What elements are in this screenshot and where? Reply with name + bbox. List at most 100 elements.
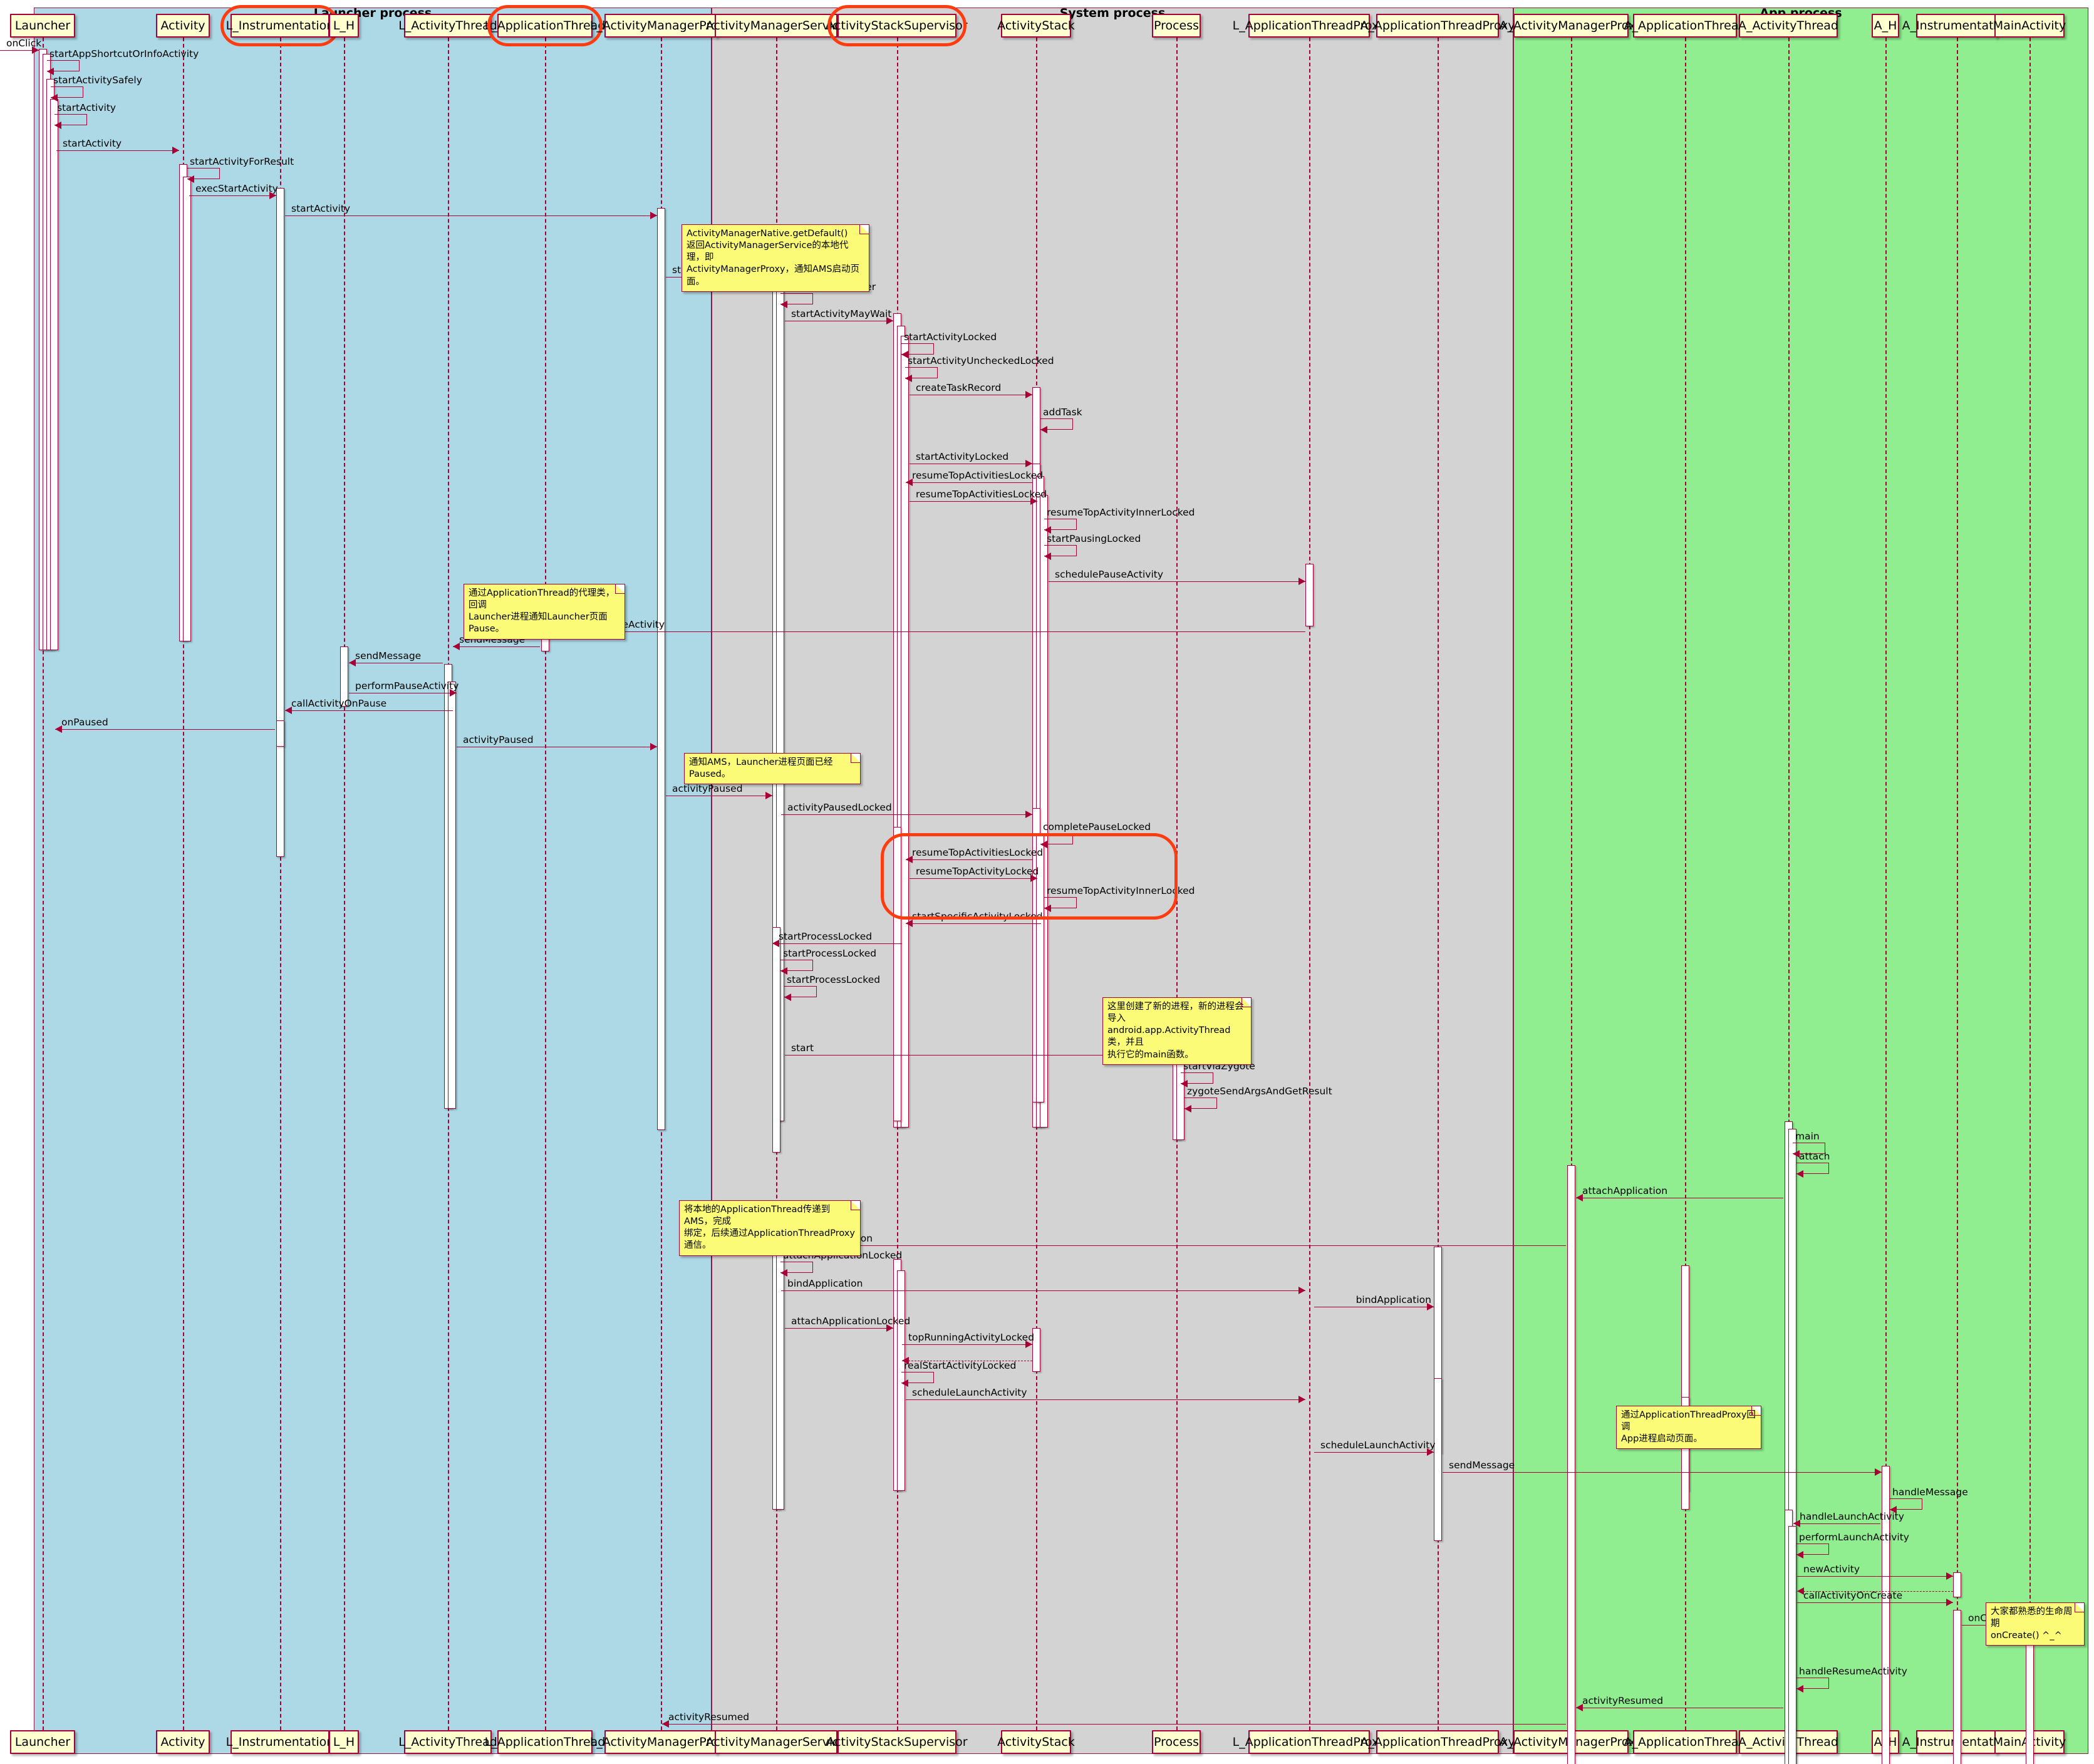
participant-top-ActivityManagerService[interactable]: ActivityManagerService xyxy=(706,14,846,38)
participant-bottom-ActivityStack[interactable]: ActivityStack xyxy=(997,1730,1075,1754)
message-arrow xyxy=(189,195,276,196)
activation-bar xyxy=(1305,564,1314,626)
message-arrow xyxy=(781,814,1032,815)
message-label: startActivityMayWait xyxy=(791,308,892,319)
participant-bottom-L_H[interactable]: L_H xyxy=(329,1730,359,1754)
participant-bottom-A_ApplicationThread[interactable]: A_ApplicationThread xyxy=(1624,1730,1746,1754)
participant-top-A_ActivityThread[interactable]: A_ActivityThread xyxy=(1738,14,1838,38)
note-fold-corner xyxy=(2075,1603,2084,1612)
activation-bar xyxy=(1567,1165,1575,1764)
note-fold-corner xyxy=(615,584,625,594)
participant-top-ActivityStack[interactable]: ActivityStack xyxy=(997,14,1075,38)
participant-top-L_ApplicationThreadProxy[interactable]: L_ApplicationThreadProxy xyxy=(1233,14,1386,38)
note-fold-corner xyxy=(851,754,860,763)
arrow-head xyxy=(784,994,791,1001)
participant-top-Launcher[interactable]: Launcher xyxy=(10,14,75,38)
message-arrow xyxy=(56,150,179,151)
message-label: startActivity xyxy=(57,102,117,113)
activation-bar xyxy=(276,720,284,747)
lifeline-Process xyxy=(1176,38,1178,1730)
message-label: resumeTopActivitiesLocked xyxy=(912,847,1044,858)
message-label: sendMessage xyxy=(355,650,422,662)
participant-top-A_Instrumentation[interactable]: A_Instrumentation xyxy=(1902,14,2012,38)
message-label: activityPausedLocked xyxy=(787,802,892,813)
note-fold-corner xyxy=(1751,1406,1761,1416)
note-notify-ams-paused: 通知AMS，Launcher进程页面已经Paused。 xyxy=(684,753,861,785)
arrow-head xyxy=(172,147,179,154)
arrow-head xyxy=(902,1357,909,1364)
message-label: performPauseActivity xyxy=(355,680,459,692)
message-label: startSpecificActivityLocked xyxy=(912,911,1043,922)
message-label: startAppShortcutOrInfoActivity xyxy=(49,48,199,60)
participant-bottom-L_Instrumentation[interactable]: L_Instrumentation xyxy=(226,1730,334,1754)
note-fold-corner xyxy=(1241,998,1251,1007)
participant-top-Activity[interactable]: Activity xyxy=(156,14,210,38)
message-label: addTask xyxy=(1043,407,1082,418)
participant-top-ActivityStackSupervisor[interactable]: ActivityStackSupervisor xyxy=(826,14,968,38)
participant-top-A_ApplicationThreadProxy[interactable]: A_ApplicationThreadProxy xyxy=(1360,14,1515,38)
participant-top-L_ActivityThread[interactable]: L_ActivityThread xyxy=(398,14,497,38)
lifeline-L_ApplicationThreadProxy xyxy=(1309,38,1310,1730)
participant-top-L_ApplicationThread[interactable]: L_ApplicationThread xyxy=(485,14,605,38)
arrow-head xyxy=(187,175,194,183)
message-label: sendMessage xyxy=(1449,1460,1515,1471)
activation-bar xyxy=(49,99,58,650)
message-label: startActivitySafely xyxy=(53,75,142,86)
participant-bottom-L_ApplicationThreadProxy[interactable]: L_ApplicationThreadProxy xyxy=(1233,1730,1386,1754)
message-label: startActivityLocked xyxy=(904,331,997,343)
activation-bar xyxy=(276,188,284,857)
participant-top-L_H[interactable]: L_H xyxy=(329,14,359,38)
process-band-launcher-process xyxy=(34,8,712,1754)
lifeline-MainActivity xyxy=(2029,38,2031,1730)
arrow-head xyxy=(1040,426,1047,433)
participant-bottom-ActivityStackSupervisor[interactable]: ActivityStackSupervisor xyxy=(826,1730,968,1754)
arrow-head xyxy=(780,1269,787,1277)
participant-bottom-Launcher[interactable]: Launcher xyxy=(10,1730,75,1754)
participant-bottom-Process[interactable]: Process xyxy=(1152,1730,1201,1754)
note-new-process: 这里创建了新的进程，新的进程会导入 android.app.ActivityTh… xyxy=(1102,997,1252,1065)
participant-bottom-L_ActivityThread[interactable]: L_ActivityThread xyxy=(398,1730,497,1754)
message-arrow xyxy=(453,646,540,647)
message-arrow xyxy=(55,729,275,730)
arrow-head xyxy=(1298,1287,1305,1294)
arrow-head xyxy=(1797,1587,1804,1595)
message-arrow xyxy=(1793,1523,1880,1524)
participant-top-A_ApplicationThread[interactable]: A_ApplicationThread xyxy=(1624,14,1746,38)
participant-top-MainActivity[interactable]: MainActivity xyxy=(1993,14,2066,38)
participant-bottom-L_ActivityManagerProxy[interactable]: L_ActivityManagerProxy xyxy=(590,1730,732,1754)
lifeline-L_H xyxy=(344,38,345,1730)
note-attach-binding: 将本地的ApplicationThread传递到AMS，完成 绑定，后续通过Ap… xyxy=(679,1200,861,1256)
participant-top-Process[interactable]: Process xyxy=(1152,14,1201,38)
arrow-head xyxy=(1044,905,1051,912)
message-label: callActivityOnPause xyxy=(291,698,387,709)
message-arrow xyxy=(772,943,902,944)
participant-top-A_H[interactable]: A_H xyxy=(1872,14,1899,38)
participant-bottom-ActivityManagerService[interactable]: ActivityManagerService xyxy=(706,1730,846,1754)
message-arrow xyxy=(1314,1452,1434,1453)
message-label: startActivityUncheckedLocked xyxy=(908,355,1054,366)
message-arrow xyxy=(906,859,1032,860)
participant-bottom-Activity[interactable]: Activity xyxy=(156,1730,210,1754)
message-label: bindApplication xyxy=(1355,1294,1431,1305)
lifeline-L_ApplicationThread xyxy=(545,38,546,1730)
participant-top-L_Instrumentation[interactable]: L_Instrumentation xyxy=(226,14,334,38)
message-label: startPausingLocked xyxy=(1047,533,1141,544)
message-label: resumeTopActivitiesLocked xyxy=(916,489,1047,500)
arrow-head xyxy=(1946,1599,1953,1606)
participant-bottom-A_ApplicationThreadProxy[interactable]: A_ApplicationThreadProxy xyxy=(1360,1730,1515,1754)
activation-bar xyxy=(447,682,456,1109)
message-arrow xyxy=(550,631,1305,632)
arrow-head xyxy=(1946,1572,1953,1580)
message-label: zygoteSendArgsAndGetResult xyxy=(1187,1086,1332,1097)
participant-top-A_ActivityManagerProxy[interactable]: A_ActivityManagerProxy xyxy=(1500,14,1642,38)
activation-bar xyxy=(656,208,665,1130)
note-fold-corner xyxy=(859,225,869,234)
message-arrow xyxy=(1049,581,1305,582)
participant-bottom-L_ApplicationThread[interactable]: L_ApplicationThread xyxy=(485,1730,605,1754)
message-arrow xyxy=(910,878,1037,879)
participant-top-L_ActivityManagerProxy[interactable]: L_ActivityManagerProxy xyxy=(590,14,732,38)
message-arrow xyxy=(662,1724,1566,1725)
activation-bar xyxy=(1788,1526,1796,1764)
message-label: handleMessage xyxy=(1892,1486,1968,1498)
arrow-head xyxy=(54,122,61,129)
